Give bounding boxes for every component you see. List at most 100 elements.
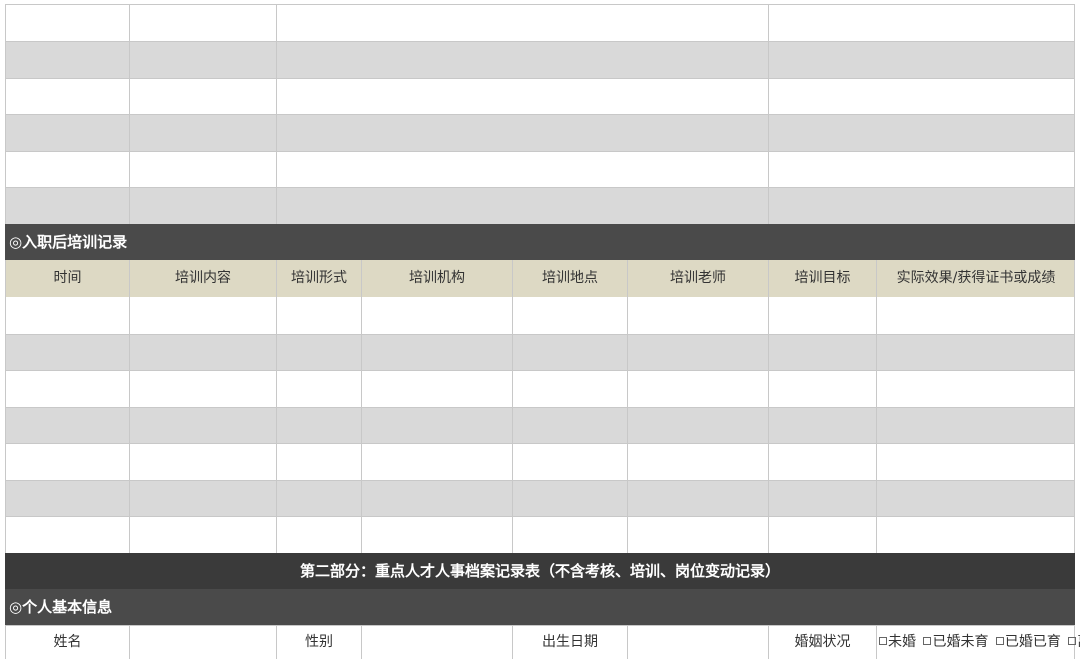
table-cell[interactable]: [6, 517, 129, 553]
table-cell[interactable]: [129, 188, 276, 224]
table-cell[interactable]: [6, 115, 129, 151]
table-cell[interactable]: [6, 335, 129, 370]
table-cell[interactable]: [6, 42, 129, 78]
table-cell[interactable]: [768, 188, 1075, 224]
table-cell[interactable]: [276, 371, 361, 407]
table-cell[interactable]: [876, 335, 1075, 370]
table-cell[interactable]: [276, 297, 361, 334]
table-cell[interactable]: [876, 444, 1075, 480]
table-cell[interactable]: [6, 408, 129, 443]
checkbox-icon[interactable]: [995, 637, 1004, 645]
table-row: [5, 443, 1075, 480]
table-cell[interactable]: [361, 297, 512, 334]
table-cell[interactable]: [512, 371, 627, 407]
table-cell[interactable]: [6, 371, 129, 407]
table-cell[interactable]: [129, 408, 276, 443]
table-cell[interactable]: [768, 79, 1075, 114]
table-cell[interactable]: [361, 371, 512, 407]
table-cell[interactable]: [6, 297, 129, 334]
table-cell[interactable]: [276, 481, 361, 516]
table-row: [5, 516, 1075, 553]
table-cell[interactable]: [512, 297, 627, 334]
table-cell[interactable]: [512, 517, 627, 553]
marital-option-married-with-children[interactable]: 已婚已育: [995, 634, 1061, 650]
table-cell[interactable]: [6, 79, 129, 114]
table-cell[interactable]: [768, 42, 1075, 78]
checkbox-icon[interactable]: [923, 637, 932, 645]
table-cell[interactable]: [627, 517, 768, 553]
marital-option-divorced[interactable]: 离婚: [1068, 634, 1080, 650]
training-table-body: [5, 297, 1075, 553]
table-cell[interactable]: [129, 79, 276, 114]
table-cell[interactable]: [627, 297, 768, 334]
table-cell[interactable]: [627, 444, 768, 480]
table-cell[interactable]: [768, 335, 876, 370]
table-cell[interactable]: [276, 152, 768, 187]
checkbox-icon[interactable]: [879, 637, 887, 645]
table-cell[interactable]: [276, 408, 361, 443]
table-cell[interactable]: [361, 517, 512, 553]
table-cell[interactable]: [876, 297, 1075, 334]
table-cell[interactable]: [129, 335, 276, 370]
table-cell[interactable]: [6, 188, 129, 224]
table-cell[interactable]: [361, 335, 512, 370]
table-cell[interactable]: [6, 444, 129, 480]
table-cell[interactable]: [627, 408, 768, 443]
marital-option-married-no-children[interactable]: 已婚未育: [923, 634, 988, 650]
table-cell[interactable]: [627, 481, 768, 516]
basic-info-section-title: ◎个人基本信息: [5, 589, 1075, 625]
birth-date-field[interactable]: [627, 626, 768, 659]
table-cell[interactable]: [276, 79, 768, 114]
table-cell[interactable]: [276, 335, 361, 370]
table-cell[interactable]: [768, 481, 876, 516]
table-row: [5, 334, 1075, 370]
gender-field[interactable]: [361, 626, 512, 659]
name-field[interactable]: [129, 626, 276, 659]
table-cell[interactable]: [512, 408, 627, 443]
table-cell[interactable]: [512, 481, 627, 516]
table-cell[interactable]: [129, 371, 276, 407]
table-cell[interactable]: [276, 444, 361, 480]
table-cell[interactable]: [768, 408, 876, 443]
personnel-record-sheet: ◎入职后培训记录 时间 培训内容 培训形式 培训机构 培训地点 培训老师 培训目…: [5, 4, 1080, 659]
table-cell[interactable]: [129, 152, 276, 187]
table-cell[interactable]: [6, 481, 129, 516]
table-cell[interactable]: [768, 115, 1075, 151]
table-cell[interactable]: [768, 297, 876, 334]
table-cell[interactable]: [768, 371, 876, 407]
table-cell[interactable]: [768, 444, 876, 480]
marital-option-unmarried[interactable]: 未婚: [879, 634, 916, 650]
table-cell[interactable]: [512, 335, 627, 370]
table-cell[interactable]: [276, 5, 768, 41]
table-cell[interactable]: [276, 517, 361, 553]
table-cell[interactable]: [129, 115, 276, 151]
table-cell[interactable]: [276, 188, 768, 224]
table-cell[interactable]: [6, 152, 129, 187]
table-cell[interactable]: [129, 481, 276, 516]
table-cell[interactable]: [876, 408, 1075, 443]
table-cell[interactable]: [627, 371, 768, 407]
table-cell[interactable]: [361, 481, 512, 516]
table-cell[interactable]: [129, 517, 276, 553]
table-cell[interactable]: [627, 335, 768, 370]
table-cell[interactable]: [129, 42, 276, 78]
option-label: 已婚已育: [1004, 634, 1061, 650]
table-cell[interactable]: [361, 408, 512, 443]
table-cell[interactable]: [876, 371, 1075, 407]
table-cell[interactable]: [129, 444, 276, 480]
gender-label: 性别: [276, 626, 361, 659]
table-cell[interactable]: [276, 115, 768, 151]
table-cell[interactable]: [876, 517, 1075, 553]
table-cell[interactable]: [512, 444, 627, 480]
table-cell[interactable]: [276, 42, 768, 78]
table-cell[interactable]: [129, 297, 276, 334]
table-cell[interactable]: [6, 5, 129, 41]
table-cell[interactable]: [129, 5, 276, 41]
table-cell[interactable]: [768, 152, 1075, 187]
table-cell[interactable]: [768, 5, 1075, 41]
table-cell[interactable]: [768, 517, 876, 553]
table-cell[interactable]: [361, 444, 512, 480]
checkbox-icon[interactable]: [1068, 637, 1077, 645]
table-row: [5, 114, 1075, 151]
table-cell[interactable]: [876, 481, 1075, 516]
